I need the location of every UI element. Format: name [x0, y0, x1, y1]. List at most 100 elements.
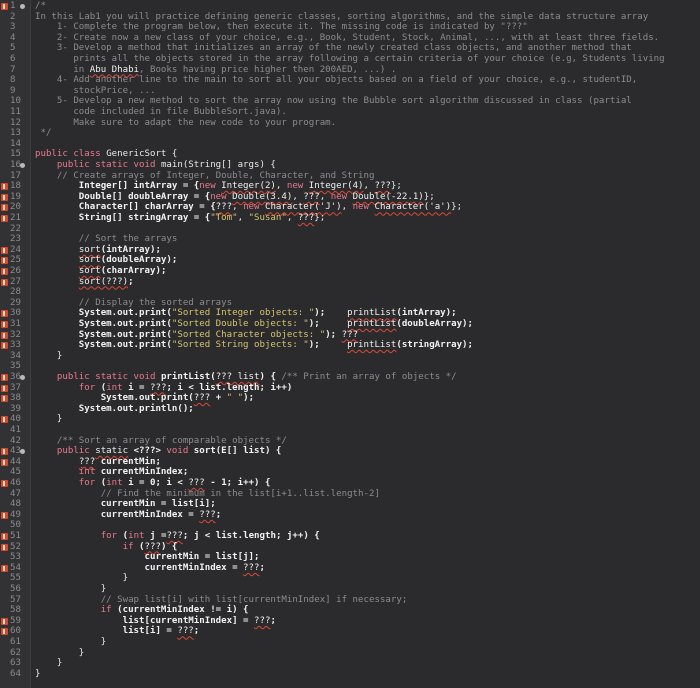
- code-text[interactable]: */: [35, 128, 51, 139]
- code-line[interactable]: 26 sort(charArray);: [0, 266, 700, 277]
- code-line[interactable]: 37 for (int i = ???; i < list.length; i+…: [0, 383, 700, 394]
- code-line[interactable]: 54 currentMinIndex = ???;: [0, 563, 700, 574]
- code-text[interactable]: 3- Develop a method that initializes an …: [35, 43, 632, 54]
- code-line[interactable]: 25 sort(doubleArray);: [0, 255, 700, 266]
- code-text[interactable]: currentMinIndex = ???;: [35, 510, 221, 521]
- code-text[interactable]: }: [35, 637, 107, 648]
- code-line[interactable]: 15 public class GenericSort {: [0, 149, 700, 160]
- error-marker-icon[interactable]: [1, 533, 8, 540]
- code-text[interactable]: System.out.println();: [35, 404, 194, 415]
- code-line[interactable]: 13 */: [0, 128, 700, 139]
- code-line[interactable]: 14: [0, 139, 700, 150]
- code-text[interactable]: sort(charArray);: [35, 266, 167, 277]
- code-text[interactable]: currentMin = list[i];: [35, 499, 216, 510]
- code-line[interactable]: 28: [0, 287, 700, 298]
- code-line[interactable]: 59 list[currentMinIndex] = ???;: [0, 616, 700, 627]
- code-line[interactable]: 58 if (currentMinIndex != i) {: [0, 605, 700, 616]
- code-line[interactable]: 63 }: [0, 658, 700, 669]
- code-line[interactable]: 4 2- Create now a new class of your choi…: [0, 33, 700, 44]
- code-text[interactable]: int currentMinIndex;: [35, 467, 189, 478]
- code-editor[interactable]: 1/* 2 In this Lab1 you will practice defin…: [0, 0, 700, 688]
- code-text[interactable]: System.out.print("Sorted Integer objects…: [35, 308, 457, 319]
- code-line[interactable]: 3 1- Complete the program below, then ex…: [0, 22, 700, 33]
- code-text[interactable]: public static void main(String[] args) {: [35, 160, 276, 171]
- code-line[interactable]: 11 code included in file BubbleSort.java…: [0, 107, 700, 118]
- code-text[interactable]: for (int i = 0; i < ??? - 1; i++) {: [35, 478, 271, 489]
- code-text[interactable]: currentMin = list[j];: [35, 552, 259, 563]
- code-text[interactable]: in Abu Dhabi, Books having price higher …: [35, 65, 396, 76]
- code-text[interactable]: }: [35, 648, 84, 659]
- code-line[interactable]: 38 System.out.print(??? + " ");: [0, 393, 700, 404]
- code-line[interactable]: 6 prints all the objects stored in the a…: [0, 54, 700, 65]
- code-text[interactable]: System.out.print(??? + " ");: [35, 393, 254, 404]
- code-line[interactable]: 39 System.out.println();: [0, 404, 700, 415]
- code-line[interactable]: 24 sort(intArray);: [0, 245, 700, 256]
- code-line[interactable]: 60 list[i] = ???;: [0, 626, 700, 637]
- error-marker-icon[interactable]: [1, 321, 8, 328]
- code-line[interactable]: 48 currentMin = list[i];: [0, 499, 700, 510]
- code-text[interactable]: // Sort the arrays: [35, 234, 178, 245]
- error-marker-icon[interactable]: [1, 628, 8, 636]
- code-text[interactable]: System.out.print("Sorted String objects:…: [35, 340, 473, 351]
- error-marker-icon[interactable]: [1, 384, 8, 392]
- code-text[interactable]: list[currentMinIndex] = ???;: [35, 616, 276, 627]
- code-line[interactable]: 50: [0, 520, 700, 531]
- error-marker-icon[interactable]: [1, 480, 8, 487]
- code-line[interactable]: 17 // Create arrays of Integer, Double, …: [0, 171, 700, 182]
- code-text[interactable]: System.out.print("Sorted Double objects:…: [35, 319, 473, 330]
- code-text[interactable]: In this Lab1 you will practice defining …: [35, 12, 648, 23]
- code-text[interactable]: Make sure to adapt the new code to your …: [35, 118, 336, 129]
- code-text[interactable]: currentMinIndex = ???;: [35, 563, 264, 574]
- code-line[interactable]: 23 // Sort the arrays: [0, 234, 700, 245]
- code-text[interactable]: /*: [35, 1, 46, 12]
- code-line[interactable]: 43 public static <???> void sort(E[] lis…: [0, 446, 700, 457]
- code-text[interactable]: if (currentMinIndex != i) {: [35, 605, 249, 616]
- code-text[interactable]: }: [35, 584, 107, 595]
- code-line[interactable]: 33 System.out.print("Sorted String objec…: [0, 340, 700, 351]
- error-marker-icon[interactable]: [1, 183, 8, 191]
- code-text[interactable]: sort(???);: [35, 277, 134, 288]
- code-text[interactable]: Character[] charArray = {???, new Charac…: [35, 202, 462, 213]
- error-marker-icon[interactable]: [1, 374, 8, 381]
- fold-toggle-icon[interactable]: [20, 375, 25, 380]
- code-text[interactable]: sort(intArray);: [35, 245, 161, 256]
- code-line[interactable]: 2 In this Lab1 you will practice defining…: [0, 12, 700, 23]
- code-line[interactable]: 62 }: [0, 648, 700, 659]
- code-text[interactable]: 2- Create now a new class of your choice…: [35, 33, 659, 44]
- error-marker-icon[interactable]: [1, 543, 8, 551]
- code-line[interactable]: 12 Make sure to adapt the new code to yo…: [0, 118, 700, 129]
- code-line[interactable]: 9 stockPrice, ...: [0, 86, 700, 97]
- code-line[interactable]: 22: [0, 224, 700, 235]
- code-line[interactable]: 64}: [0, 669, 700, 680]
- error-marker-icon[interactable]: [1, 331, 8, 339]
- fold-toggle-icon[interactable]: [20, 163, 25, 168]
- fold-toggle-icon[interactable]: [20, 4, 25, 9]
- code-line[interactable]: 29 // Display the sorted arrays: [0, 298, 700, 309]
- code-line[interactable]: 56 }: [0, 584, 700, 595]
- code-line[interactable]: 42 /** Sort an array of comparable objec…: [0, 436, 700, 447]
- error-marker-icon[interactable]: [1, 448, 8, 456]
- error-marker-icon[interactable]: [1, 310, 8, 318]
- code-text[interactable]: for (int i = ???; i < list.length; i++): [35, 383, 293, 394]
- code-line[interactable]: 57 // Swap list[i] with list[currentMinI…: [0, 595, 700, 606]
- code-line[interactable]: 35: [0, 361, 700, 372]
- code-text[interactable]: /** Sort an array of comparable objects …: [35, 436, 287, 447]
- code-line[interactable]: 36 public static void printList(??? list…: [0, 372, 700, 383]
- code-text[interactable]: if (???) {: [35, 542, 178, 553]
- error-marker-icon[interactable]: [1, 458, 8, 466]
- code-line[interactable]: 27 sort(???);: [0, 277, 700, 288]
- code-line[interactable]: 51 for (int j =???; j < list.length; j++…: [0, 531, 700, 542]
- code-text[interactable]: // Display the sorted arrays: [35, 298, 232, 309]
- code-line[interactable]: 8 4- Add another line to the main to sor…: [0, 75, 700, 86]
- code-line[interactable]: 5 3- Develop a method that initializes a…: [0, 43, 700, 54]
- code-text[interactable]: // Create arrays of Integer, Double, Cha…: [35, 171, 375, 182]
- code-line[interactable]: 21 String[] stringArray = {"Tom", "Susan…: [0, 213, 700, 224]
- code-line[interactable]: 16 public static void main(String[] args…: [0, 160, 700, 171]
- code-line[interactable]: 49 currentMinIndex = ???;: [0, 510, 700, 521]
- code-text[interactable]: Double[] doubleArray = {new Double(3.4),…: [35, 192, 435, 203]
- code-line[interactable]: 18 Integer[] intArray = {new Integer(2),…: [0, 181, 700, 192]
- code-text[interactable]: // Swap list[i] with list[currentMinInde…: [35, 595, 408, 606]
- code-line[interactable]: 44 ??? currentMin;: [0, 457, 700, 468]
- code-line[interactable]: 7 in Abu Dhabi, Books having price highe…: [0, 65, 700, 76]
- error-marker-icon[interactable]: [1, 3, 8, 10]
